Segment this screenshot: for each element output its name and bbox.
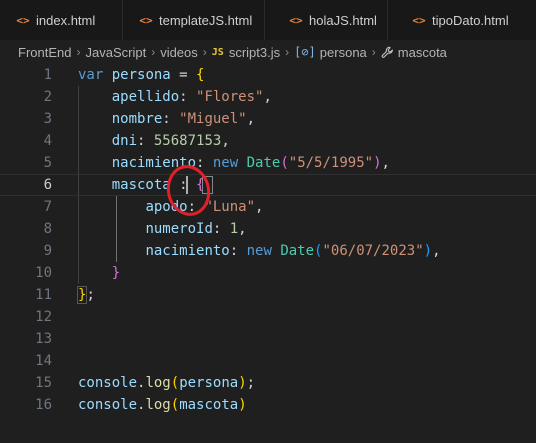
chevron-right-icon: › (76, 45, 81, 59)
code-text: numeroId: 1, (145, 221, 247, 237)
line-number: 2 (43, 89, 52, 105)
js-file-icon: JS (211, 46, 224, 58)
line-number: 12 (35, 309, 52, 325)
code-line: 16 console.log(mascota) (0, 394, 536, 416)
chevron-right-icon: › (285, 45, 290, 59)
code-line-active: 6 mascota : { (0, 174, 536, 196)
breadcrumb-item-persona[interactable]: [⊘] persona (294, 45, 367, 60)
line-number: 16 (35, 397, 52, 413)
property-wrench-icon (381, 45, 395, 59)
line-number: 8 (43, 221, 52, 237)
code-line: 8 numeroId: 1, (0, 218, 536, 240)
line-number: 11 (35, 287, 52, 303)
code-line: 5 nacimiento: new Date("5/5/1995"), (0, 152, 536, 174)
breadcrumb-label: script3.js (228, 44, 281, 60)
line-number: 1 (43, 67, 52, 83)
code-text: console.log(mascota) (78, 397, 247, 413)
breadcrumb-item-videos[interactable]: videos (160, 45, 198, 60)
line-number: 5 (43, 155, 52, 171)
code-line: 2 apellido: "Flores", (0, 86, 536, 108)
code-line: 3 nombre: "Miguel", (0, 108, 536, 130)
code-line: 9 nacimiento: new Date("06/07/2023"), (0, 240, 536, 262)
tab-label: tipoDato.html (432, 12, 509, 28)
line-number: 7 (43, 199, 52, 215)
line-number: 4 (43, 133, 52, 149)
code-line: 4 dni: 55687153, (0, 130, 536, 152)
code-line: 7 apodo: "Luna", (0, 196, 536, 218)
code-line: 13 (0, 328, 536, 350)
tab-holajs-html[interactable]: <> holaJS.html (265, 0, 388, 40)
code-text: apellido: "Flores", (111, 89, 272, 105)
html-file-icon: <> (412, 13, 426, 27)
line-number: 6 (43, 177, 52, 193)
code-text: nacimiento: new Date("06/07/2023"), (145, 243, 441, 259)
code-line: 15 console.log(persona); (0, 372, 536, 394)
tab-index-html[interactable]: <> index.html (0, 0, 123, 40)
code-line: 12 (0, 306, 536, 328)
bracket-match-highlight (77, 286, 87, 304)
breadcrumb-item-script3[interactable]: JS script3.js (212, 45, 280, 60)
code-text: } (111, 265, 121, 281)
chevron-right-icon: › (371, 45, 376, 59)
chevron-right-icon: › (151, 45, 156, 59)
breadcrumb-item-mascota[interactable]: mascota (381, 45, 447, 60)
variable-object-icon: [⊘] (294, 45, 316, 59)
code-text: console.log(persona); (78, 375, 256, 391)
code-line: 14 (0, 350, 536, 372)
breadcrumb: FrontEnd › JavaScript › videos › JS scri… (0, 40, 536, 64)
code-text: var persona = { (78, 67, 205, 83)
html-file-icon: <> (139, 13, 153, 27)
code-editor[interactable]: 1 var persona = { 2 apellido: "Flores", … (0, 64, 536, 443)
code-text: dni: 55687153, (111, 133, 230, 149)
breadcrumb-item-frontend[interactable]: FrontEnd (18, 45, 71, 60)
line-number: 14 (35, 353, 52, 369)
line-number: 9 (43, 243, 52, 259)
chevron-right-icon: › (202, 45, 207, 59)
html-file-icon: <> (16, 13, 30, 27)
breadcrumb-item-javascript[interactable]: JavaScript (85, 45, 146, 60)
html-file-icon: <> (289, 13, 303, 27)
tab-label: index.html (36, 12, 96, 28)
tab-tipodato-html[interactable]: <> tipoDato.html (388, 0, 536, 40)
line-number: 10 (35, 265, 52, 281)
tab-label: holaJS.html (309, 12, 377, 28)
tab-templatejs-html[interactable]: <> templateJS.html (123, 0, 265, 40)
code-text: nombre: "Miguel", (111, 111, 256, 127)
breadcrumb-label: mascota (397, 44, 447, 60)
editor-tab-bar: <> index.html <> templateJS.html <> hola… (0, 0, 536, 40)
code-line: 1 var persona = { (0, 64, 536, 86)
breadcrumb-label: persona (319, 44, 367, 60)
code-line: 10 } (0, 262, 536, 284)
code-text: nacimiento: new Date("5/5/1995"), (111, 155, 390, 171)
line-number: 15 (35, 375, 52, 391)
tab-label: templateJS.html (159, 12, 253, 28)
line-number: 13 (35, 331, 52, 347)
line-number: 3 (43, 111, 52, 127)
